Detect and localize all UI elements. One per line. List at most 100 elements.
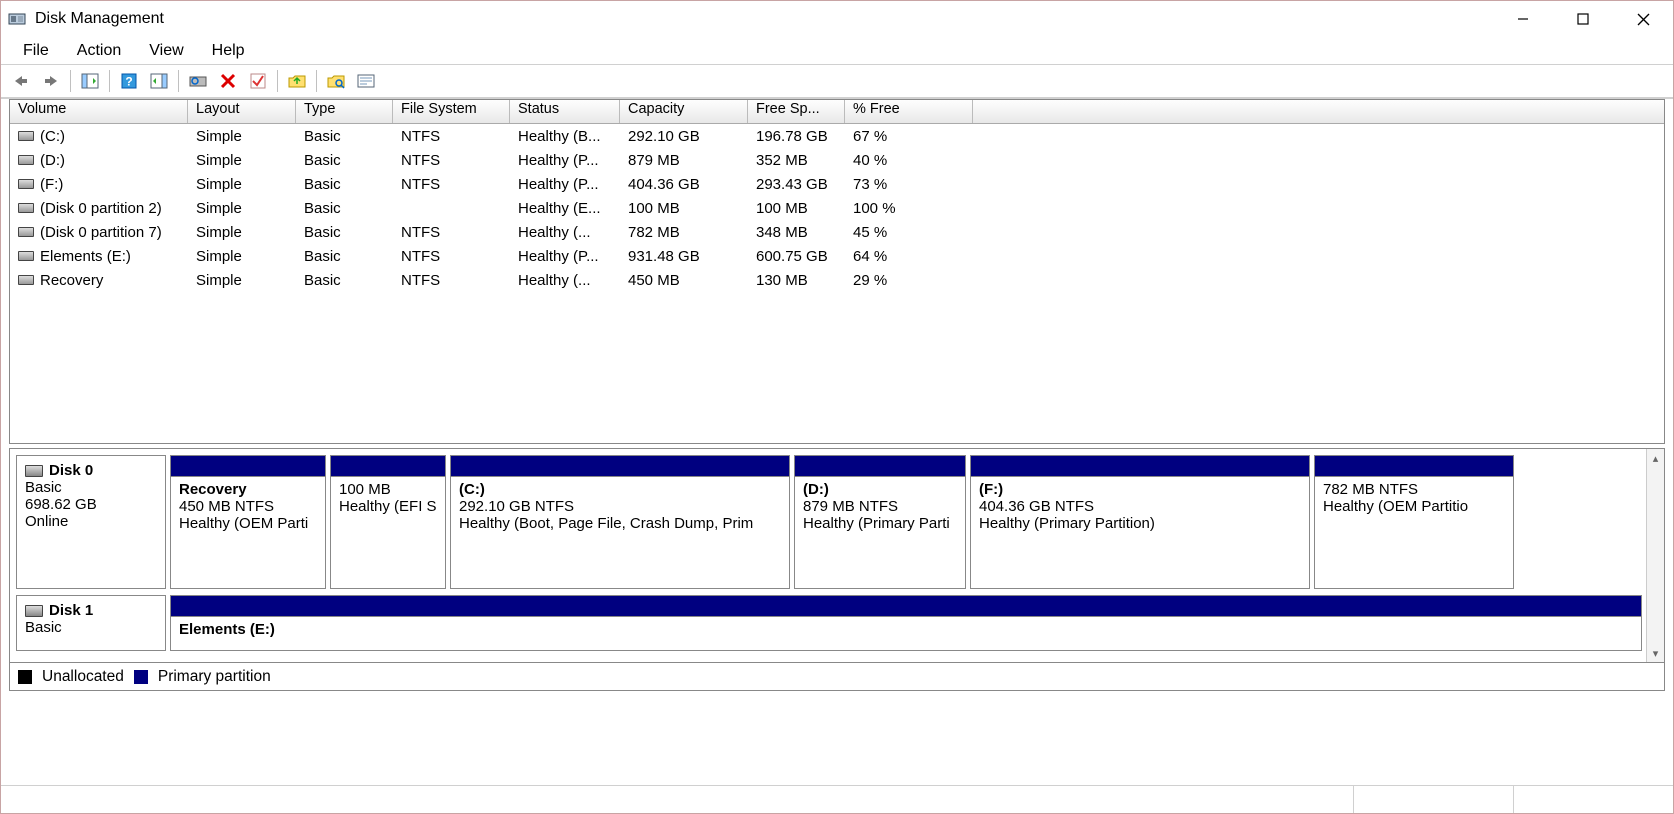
partition-status: Healthy (EFI S — [339, 498, 437, 515]
volume-type: Basic — [296, 247, 393, 266]
volume-layout: Simple — [188, 223, 296, 242]
disk0-partition[interactable]: 782 MB NTFSHealthy (OEM Partitio — [1314, 455, 1514, 589]
volume-capacity: 879 MB — [620, 151, 748, 170]
menu-action[interactable]: Action — [65, 40, 133, 62]
partition-name: Recovery — [179, 481, 317, 498]
window-controls — [1493, 1, 1673, 37]
volume-free: 348 MB — [748, 223, 845, 242]
col-filesystem[interactable]: File System — [393, 100, 510, 123]
drive-icon — [18, 275, 34, 285]
disk0-state: Online — [25, 513, 157, 530]
back-button[interactable] — [7, 68, 35, 94]
scroll-up-button[interactable]: ▴ — [1647, 449, 1664, 467]
legend-swatch-primary — [134, 670, 148, 684]
legend-primary: Primary partition — [158, 668, 271, 686]
disk-row-1: Disk 1 Basic Elements (E:) — [16, 595, 1642, 651]
volume-row[interactable]: (Disk 0 partition 7)SimpleBasicNTFSHealt… — [10, 220, 1664, 244]
col-empty — [973, 100, 1664, 123]
volume-list-header: Volume Layout Type File System Status Ca… — [10, 100, 1664, 124]
col-pct-free[interactable]: % Free — [845, 100, 973, 123]
menu-help[interactable]: Help — [200, 40, 257, 62]
volume-pct-free: 45 % — [845, 223, 973, 242]
volume-free: 352 MB — [748, 151, 845, 170]
disk1-info[interactable]: Disk 1 Basic — [16, 595, 166, 651]
properties-button[interactable] — [352, 68, 380, 94]
disk-icon — [25, 465, 43, 477]
refresh-button[interactable] — [184, 68, 212, 94]
show-hide-console-tree-button[interactable] — [76, 68, 104, 94]
disk0-partitions: Recovery450 MB NTFSHealthy (OEM Parti100… — [170, 455, 1642, 589]
col-layout[interactable]: Layout — [188, 100, 296, 123]
partition-header-stripe — [1315, 456, 1513, 476]
col-status[interactable]: Status — [510, 100, 620, 123]
disk-scroll-area[interactable]: Disk 0 Basic 698.62 GB Online Recovery45… — [10, 449, 1646, 662]
drive-icon — [18, 203, 34, 213]
disk0-partition[interactable]: (D:)879 MB NTFSHealthy (Primary Parti — [794, 455, 966, 589]
volume-row[interactable]: (Disk 0 partition 2)SimpleBasicHealthy (… — [10, 196, 1664, 220]
close-button[interactable] — [1613, 1, 1673, 37]
volume-capacity: 404.36 GB — [620, 175, 748, 194]
partition-size: 879 MB NTFS — [803, 498, 957, 515]
volume-row[interactable]: Elements (E:)SimpleBasicNTFSHealthy (P..… — [10, 244, 1664, 268]
disk0-label: Disk 0 — [49, 462, 93, 479]
partition-status: Healthy (Boot, Page File, Crash Dump, Pr… — [459, 515, 781, 532]
maximize-button[interactable] — [1553, 1, 1613, 37]
folder-up-button[interactable] — [283, 68, 311, 94]
drive-icon — [18, 131, 34, 141]
volume-pct-free: 67 % — [845, 127, 973, 146]
disk0-partition[interactable]: 100 MBHealthy (EFI S — [330, 455, 446, 589]
volume-name: Elements (E:) — [10, 247, 188, 266]
partition-header-stripe — [795, 456, 965, 476]
partition-size: 782 MB NTFS — [1323, 481, 1505, 498]
col-free-space[interactable]: Free Sp... — [748, 100, 845, 123]
volume-layout: Simple — [188, 127, 296, 146]
menubar: File Action View Help — [1, 37, 1673, 65]
show-hide-action-pane-button[interactable] — [145, 68, 173, 94]
volume-status: Healthy (P... — [510, 175, 620, 194]
drive-icon — [18, 155, 34, 165]
disk0-partition[interactable]: (C:)292.10 GB NTFSHealthy (Boot, Page Fi… — [450, 455, 790, 589]
volume-row[interactable]: (D:)SimpleBasicNTFSHealthy (P...879 MB35… — [10, 148, 1664, 172]
disk0-info[interactable]: Disk 0 Basic 698.62 GB Online — [16, 455, 166, 589]
volume-row[interactable]: (C:)SimpleBasicNTFSHealthy (B...292.10 G… — [10, 124, 1664, 148]
svg-text:?: ? — [125, 75, 132, 89]
disk-management-window: Disk Management File Action View Help ? — [0, 0, 1674, 814]
disk0-partition[interactable]: (F:)404.36 GB NTFSHealthy (Primary Parti… — [970, 455, 1310, 589]
partition-status: Healthy (OEM Partitio — [1323, 498, 1505, 515]
col-volume[interactable]: Volume — [10, 100, 188, 123]
col-capacity[interactable]: Capacity — [620, 100, 748, 123]
volume-capacity: 100 MB — [620, 199, 748, 218]
disk1-partitions: Elements (E:) — [170, 595, 1642, 651]
volume-row[interactable]: (F:)SimpleBasicNTFSHealthy (P...404.36 G… — [10, 172, 1664, 196]
disk1-part-elements[interactable]: Elements (E:) — [170, 595, 1642, 651]
minimize-button[interactable] — [1493, 1, 1553, 37]
partition-name: (D:) — [803, 481, 957, 498]
volume-type: Basic — [296, 175, 393, 194]
volume-layout: Simple — [188, 151, 296, 170]
volume-pct-free: 64 % — [845, 247, 973, 266]
volume-row[interactable]: RecoverySimpleBasicNTFSHealthy (...450 M… — [10, 268, 1664, 292]
help-button[interactable]: ? — [115, 68, 143, 94]
scroll-down-button[interactable]: ▾ — [1647, 644, 1664, 662]
check-button[interactable] — [244, 68, 272, 94]
volume-free: 100 MB — [748, 199, 845, 218]
volume-list[interactable]: Volume Layout Type File System Status Ca… — [9, 99, 1665, 444]
volume-filesystem: NTFS — [393, 151, 510, 170]
volume-name: (F:) — [10, 175, 188, 194]
volume-free: 130 MB — [748, 271, 845, 290]
volume-layout: Simple — [188, 247, 296, 266]
volume-free: 196.78 GB — [748, 127, 845, 146]
partition-status: Healthy (Primary Partition) — [979, 515, 1301, 532]
forward-button[interactable] — [37, 68, 65, 94]
col-type[interactable]: Type — [296, 100, 393, 123]
delete-button[interactable] — [214, 68, 242, 94]
volume-type: Basic — [296, 223, 393, 242]
vertical-scrollbar[interactable]: ▴ ▾ — [1646, 449, 1664, 662]
search-folder-button[interactable] — [322, 68, 350, 94]
volume-free: 293.43 GB — [748, 175, 845, 194]
volume-filesystem — [393, 207, 510, 209]
menu-view[interactable]: View — [137, 40, 195, 62]
volume-pct-free: 73 % — [845, 175, 973, 194]
disk0-partition[interactable]: Recovery450 MB NTFSHealthy (OEM Parti — [170, 455, 326, 589]
menu-file[interactable]: File — [11, 40, 61, 62]
